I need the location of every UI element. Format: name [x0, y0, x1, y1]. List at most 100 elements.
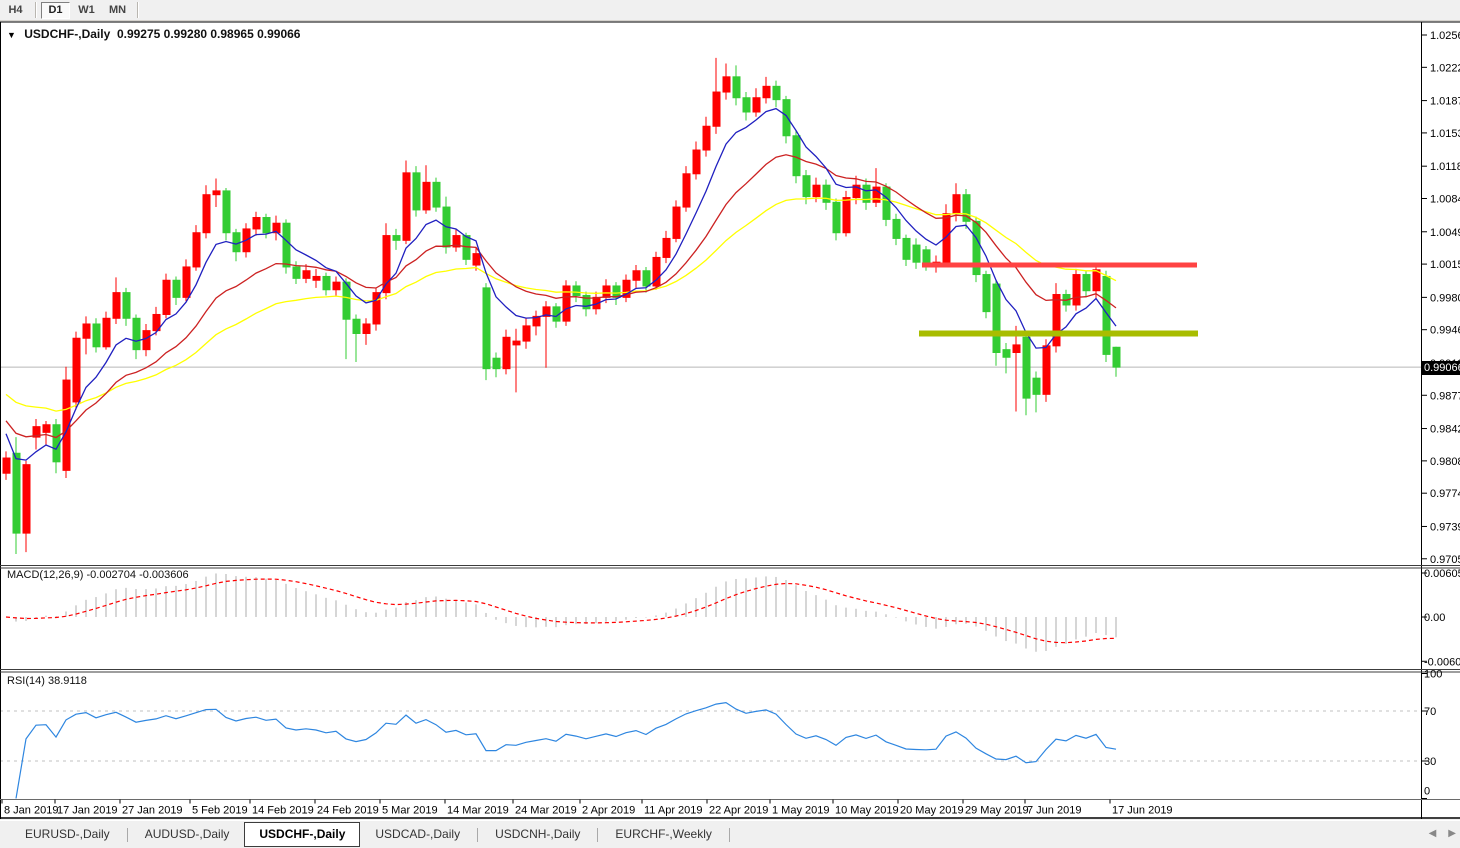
- candle: [843, 198, 850, 233]
- candle: [223, 191, 230, 233]
- price-tick-label: 1.00840: [1430, 194, 1460, 206]
- date-tick-label: 22 Apr 2019: [709, 805, 768, 817]
- date-tick-label: 10 May 2019: [835, 805, 899, 817]
- tab-separator: [477, 828, 478, 842]
- candle: [13, 453, 20, 533]
- timeframe-w1-button[interactable]: W1: [72, 2, 101, 19]
- date-tick-label: 14 Mar 2019: [447, 805, 509, 817]
- tab-scroll-left-icon[interactable]: ◀: [1429, 827, 1437, 841]
- candle: [173, 280, 180, 297]
- macd-label: MACD(12,26,9): [7, 569, 83, 581]
- macd-tick-label: -0.006096: [1424, 656, 1460, 668]
- candle: [793, 136, 800, 176]
- candle: [573, 286, 580, 296]
- triangle-down-icon[interactable]: ▼: [7, 30, 16, 40]
- candle: [673, 207, 680, 238]
- chart-canvas[interactable]: 1.025601.022201.018701.015301.011801.008…: [0, 0, 1460, 848]
- candle: [883, 187, 890, 219]
- candle: [253, 218, 260, 229]
- candle: [1113, 347, 1120, 367]
- rsi-tick-label: 0: [1424, 786, 1430, 798]
- price-tick-label: 0.98420: [1430, 424, 1460, 436]
- chart-tab-bar: EURUSD-,Daily AUDUSD-,Daily USDCHF-,Dail…: [0, 820, 1460, 848]
- candle: [233, 233, 240, 252]
- candle: [983, 275, 990, 312]
- price-tick-label: 0.97390: [1430, 521, 1460, 533]
- price-tick-label: 0.97740: [1430, 488, 1460, 500]
- candle: [143, 331, 150, 350]
- price-tick-label: 0.98080: [1430, 456, 1460, 468]
- candle: [683, 174, 690, 207]
- toolbar-separator: [35, 2, 36, 18]
- candle: [643, 271, 650, 286]
- candle: [833, 202, 840, 232]
- candle: [23, 465, 30, 533]
- candle: [193, 233, 200, 267]
- chart-ohlc-values: 0.99275 0.99280 0.98965 0.99066: [117, 27, 301, 41]
- candle: [1043, 346, 1050, 394]
- price-tick-label: 1.00490: [1430, 227, 1460, 239]
- timeframe-mn-button[interactable]: MN: [103, 2, 132, 19]
- timeframe-toolbar: H4 D1 W1 MN: [0, 0, 1460, 21]
- macd-values: -0.002704 -0.003606: [86, 569, 188, 581]
- timeframe-d1-button[interactable]: D1: [41, 2, 70, 19]
- macd-tick-label: 0.006058: [1424, 568, 1460, 580]
- tab-scroll-right-icon[interactable]: ▶: [1448, 827, 1456, 841]
- candle: [1023, 337, 1030, 398]
- candle: [413, 173, 420, 210]
- candle: [333, 282, 340, 290]
- candle: [403, 173, 410, 240]
- date-tick-label: 1 May 2019: [772, 805, 829, 817]
- date-tick-label: 27 Jan 2019: [122, 805, 183, 817]
- tab-usdcad-daily[interactable]: USDCAD-,Daily: [360, 823, 475, 846]
- date-tick-label: 24 Mar 2019: [515, 805, 577, 817]
- tab-separator: [729, 828, 730, 842]
- candle: [743, 98, 750, 112]
- price-tick-label: 1.00150: [1430, 259, 1460, 271]
- candle: [893, 219, 900, 238]
- candle: [83, 324, 90, 338]
- candle: [503, 337, 510, 368]
- macd-pane-label: MACD(12,26,9) -0.002704 -0.003606: [7, 569, 189, 581]
- candle: [913, 245, 920, 262]
- date-tick-label: 14 Feb 2019: [252, 805, 314, 817]
- candle: [3, 458, 10, 473]
- tab-usdcnh-daily[interactable]: USDCNH-,Daily: [480, 823, 595, 846]
- candle: [763, 86, 770, 97]
- tab-eurusd-daily[interactable]: EURUSD-,Daily: [10, 823, 125, 846]
- tab-usdchf-daily[interactable]: USDCHF-,Daily: [244, 822, 360, 847]
- candle: [1033, 378, 1040, 394]
- candle: [433, 182, 440, 207]
- candle: [703, 126, 710, 150]
- timeframe-h4-button[interactable]: H4: [1, 2, 30, 19]
- candle: [43, 425, 50, 433]
- candle: [183, 267, 190, 297]
- date-tick-label: 24 Feb 2019: [317, 805, 379, 817]
- rsi-tick-label: 30: [1424, 756, 1436, 768]
- candle: [523, 326, 530, 341]
- candle: [903, 238, 910, 259]
- current-price-tag: 0.99066: [1422, 361, 1460, 375]
- candle: [483, 288, 490, 369]
- candle: [493, 358, 500, 368]
- price-tick-label: 0.97050: [1430, 554, 1460, 566]
- tab-audusd-daily[interactable]: AUDUSD-,Daily: [130, 823, 245, 846]
- chart-title: ▼ USDCHF-,Daily 0.99275 0.99280 0.98965 …: [7, 27, 300, 41]
- price-tick-label: 1.01530: [1430, 128, 1460, 140]
- candle: [323, 276, 330, 289]
- date-tick-label: 17 Jan 2019: [57, 805, 118, 817]
- candle: [693, 150, 700, 174]
- candle: [1073, 275, 1080, 305]
- candle: [953, 195, 960, 214]
- tab-eurchf-weekly[interactable]: EURCHF-,Weekly: [600, 823, 726, 846]
- date-tick-label: 17 Jun 2019: [1112, 805, 1173, 817]
- candle: [563, 286, 570, 321]
- candle: [803, 176, 810, 197]
- candle: [1053, 295, 1060, 346]
- price-tick-label: 0.98770: [1430, 390, 1460, 402]
- date-tick-label: 20 May 2019: [900, 805, 964, 817]
- candle: [513, 341, 520, 345]
- rsi-tick-label: 100: [1424, 669, 1442, 681]
- candle: [373, 293, 380, 324]
- candle: [123, 293, 130, 319]
